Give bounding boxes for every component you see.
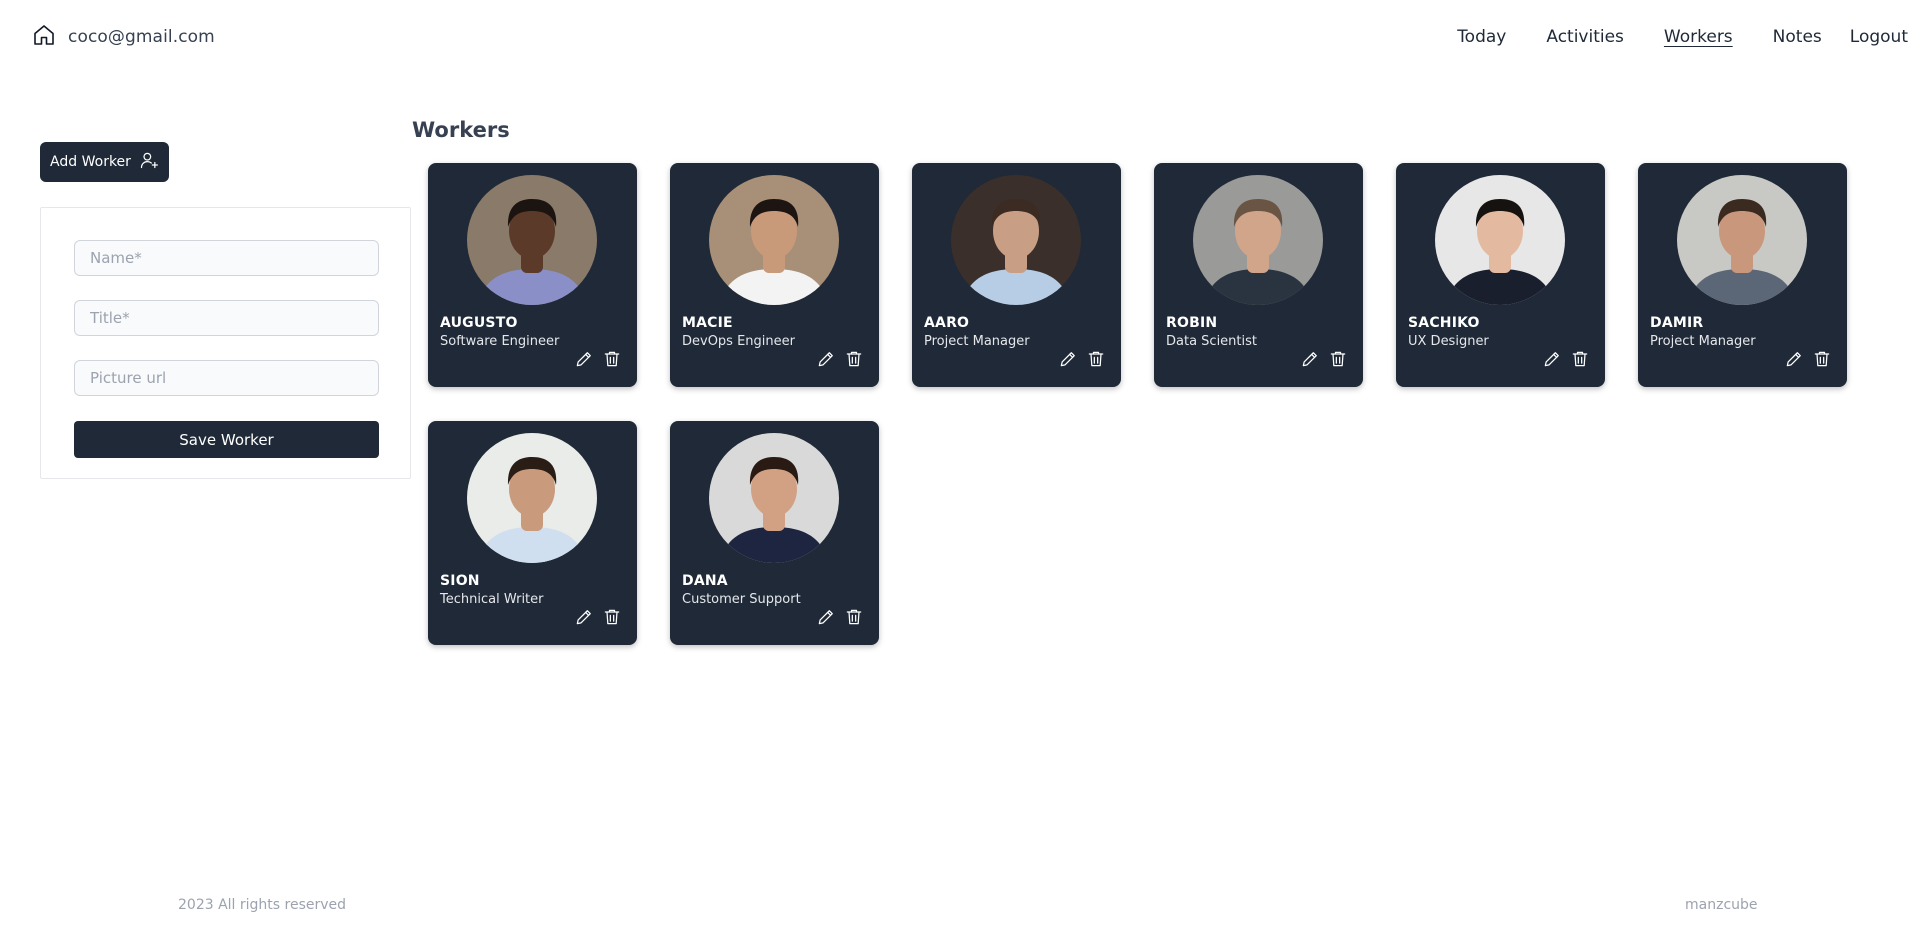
delete-worker-button[interactable]: [1569, 349, 1591, 371]
trash-icon: [602, 607, 622, 630]
trash-icon: [844, 607, 864, 630]
delete-worker-button[interactable]: [843, 607, 865, 629]
worker-name: AARO: [924, 315, 970, 331]
worker-card: DAMIR Project Manager: [1638, 163, 1847, 387]
user-email: coco@gmail.com: [68, 27, 215, 47]
trash-icon: [1812, 349, 1832, 372]
nav-notes[interactable]: Notes: [1773, 27, 1822, 47]
trash-icon: [1570, 349, 1590, 372]
picture-url-field[interactable]: [74, 360, 379, 396]
delete-worker-button[interactable]: [601, 349, 623, 371]
worker-title: Customer Support: [682, 592, 801, 607]
delete-worker-button[interactable]: [1811, 349, 1833, 371]
delete-worker-button[interactable]: [843, 349, 865, 371]
edit-worker-button[interactable]: [573, 349, 595, 371]
edit-worker-button[interactable]: [815, 349, 837, 371]
worker-card: AUGUSTO Software Engineer: [428, 163, 637, 387]
trash-icon: [844, 349, 864, 372]
pencil-icon: [574, 607, 594, 630]
worker-avatar: [467, 433, 597, 563]
worker-avatar: [709, 433, 839, 563]
pencil-icon: [1542, 349, 1562, 372]
worker-avatar: [951, 175, 1081, 305]
title-field[interactable]: [74, 300, 379, 336]
save-worker-button[interactable]: Save Worker: [74, 421, 379, 458]
add-worker-button[interactable]: Add Worker: [40, 142, 169, 182]
workers-grid: AUGUSTO Software Engineer MACIE DevOps E…: [428, 163, 1847, 645]
worker-title: UX Designer: [1408, 334, 1489, 349]
worker-card: SACHIKO UX Designer: [1396, 163, 1605, 387]
pencil-icon: [1300, 349, 1320, 372]
worker-card: MACIE DevOps Engineer: [670, 163, 879, 387]
add-worker-form: Save Worker: [40, 207, 411, 479]
worker-title: Project Manager: [924, 334, 1030, 349]
delete-worker-button[interactable]: [1327, 349, 1349, 371]
worker-title: Software Engineer: [440, 334, 560, 349]
nav-workers[interactable]: Workers: [1664, 27, 1733, 47]
worker-avatar: [1677, 175, 1807, 305]
worker-card: DANA Customer Support: [670, 421, 879, 645]
pencil-icon: [1058, 349, 1078, 372]
delete-worker-button[interactable]: [1085, 349, 1107, 371]
worker-name: SION: [440, 573, 480, 589]
edit-worker-button[interactable]: [1541, 349, 1563, 371]
trash-icon: [1328, 349, 1348, 372]
trash-icon: [602, 349, 622, 372]
name-field[interactable]: [74, 240, 379, 276]
worker-avatar: [709, 175, 839, 305]
home-icon: [32, 23, 56, 51]
worker-name: DAMIR: [1650, 315, 1704, 331]
worker-name: MACIE: [682, 315, 733, 331]
delete-worker-button[interactable]: [601, 607, 623, 629]
user-plus-icon: [139, 150, 159, 174]
worker-name: ROBIN: [1166, 315, 1218, 331]
worker-avatar: [467, 175, 597, 305]
worker-title: DevOps Engineer: [682, 334, 795, 349]
trash-icon: [1086, 349, 1106, 372]
nav-today[interactable]: Today: [1457, 27, 1506, 47]
pencil-icon: [1784, 349, 1804, 372]
pencil-icon: [816, 607, 836, 630]
footer-brand: manzcube: [1685, 897, 1758, 913]
page-title: Workers: [412, 118, 510, 142]
worker-name: SACHIKO: [1408, 315, 1480, 331]
home-link[interactable]: coco@gmail.com: [32, 23, 215, 51]
worker-title: Project Manager: [1650, 334, 1756, 349]
nav-activities[interactable]: Activities: [1546, 27, 1624, 47]
edit-worker-button[interactable]: [815, 607, 837, 629]
worker-name: AUGUSTO: [440, 315, 518, 331]
copyright-text: 2023 All rights reserved: [178, 897, 347, 913]
edit-worker-button[interactable]: [1057, 349, 1079, 371]
worker-card: ROBIN Data Scientist: [1154, 163, 1363, 387]
edit-worker-button[interactable]: [1783, 349, 1805, 371]
worker-title: Data Scientist: [1166, 334, 1257, 349]
worker-name: DANA: [682, 573, 728, 589]
add-worker-label: Add Worker: [50, 154, 131, 170]
main-nav: Today Activities Workers Notes Logout: [1457, 27, 1908, 47]
top-navbar: coco@gmail.com Today Activities Workers …: [0, 0, 1920, 74]
pencil-icon: [574, 349, 594, 372]
worker-card: SION Technical Writer: [428, 421, 637, 645]
edit-worker-button[interactable]: [1299, 349, 1321, 371]
nav-logout[interactable]: Logout: [1850, 27, 1908, 47]
worker-title: Technical Writer: [440, 592, 544, 607]
worker-card: AARO Project Manager: [912, 163, 1121, 387]
edit-worker-button[interactable]: [573, 607, 595, 629]
pencil-icon: [816, 349, 836, 372]
worker-avatar: [1435, 175, 1565, 305]
worker-avatar: [1193, 175, 1323, 305]
